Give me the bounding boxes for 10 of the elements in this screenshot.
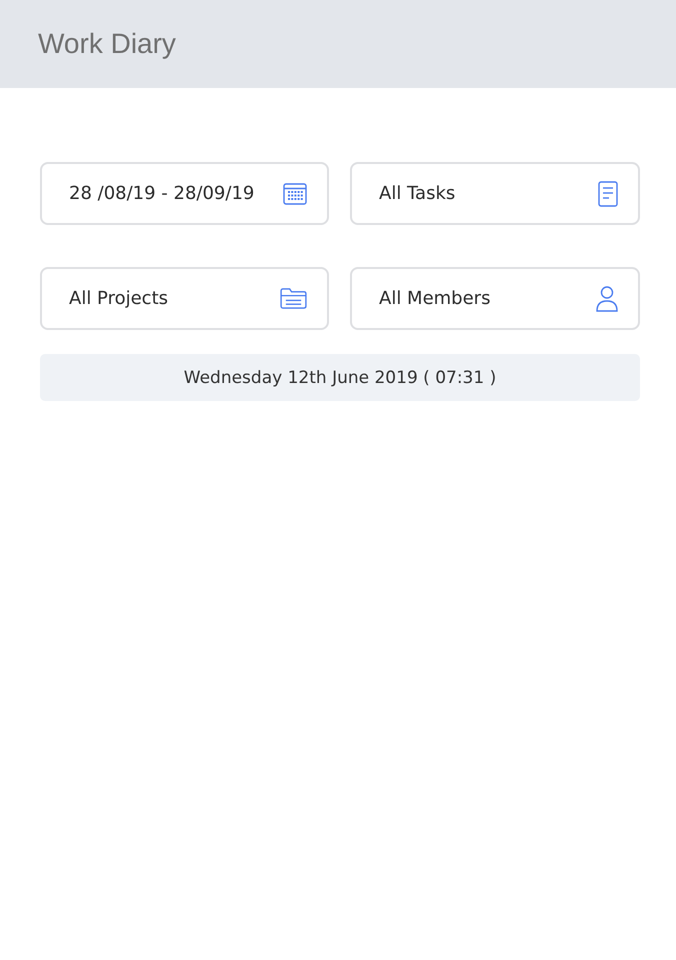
document-icon bbox=[598, 180, 618, 206]
filter-dropdown[interactable]: All Members bbox=[350, 267, 640, 330]
page-title: Work Diary bbox=[38, 28, 176, 60]
filter-dropdown[interactable]: 28 /08/19 - 28/09/19 bbox=[40, 162, 329, 225]
calendar-icon bbox=[283, 182, 307, 206]
filter-dropdown[interactable]: All Projects bbox=[40, 267, 329, 330]
filter-dropdown[interactable]: All Tasks bbox=[350, 162, 640, 225]
current-date-text: Wednesday 12th June 2019 ( 07:31 ) bbox=[184, 368, 496, 388]
person-icon bbox=[596, 286, 618, 312]
folder-icon bbox=[280, 288, 307, 309]
